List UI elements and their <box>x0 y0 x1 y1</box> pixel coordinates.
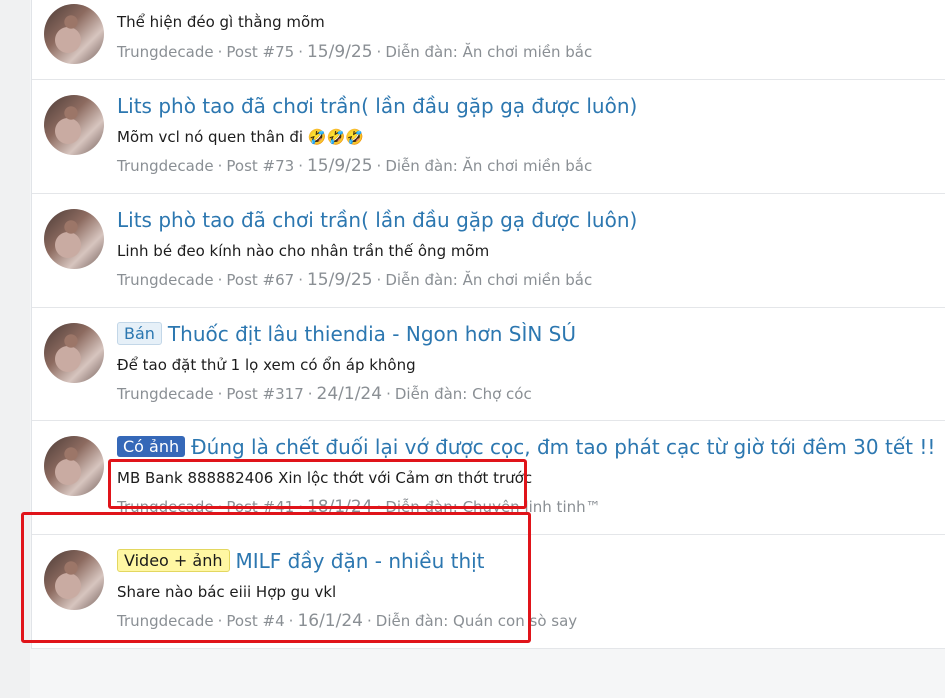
result-forum[interactable]: Diễn đàn: Ăn chơi miền bắc <box>385 271 592 289</box>
result-author[interactable]: Trungdecade <box>117 385 214 403</box>
result-post-number[interactable]: Post #75 <box>226 43 294 61</box>
result-date: 15/9/25 <box>306 42 373 62</box>
result-date: 24/1/24 <box>316 384 383 404</box>
avatar[interactable] <box>44 95 104 155</box>
result-row: Thể hiện đéo gì thằng mõm Trungdecade · Po… <box>32 0 945 80</box>
result-title[interactable]: Có ảnh Đúng là chết đuối lại vớ được cọc,… <box>117 435 935 459</box>
result-post-number[interactable]: Post #73 <box>226 157 294 175</box>
result-snippet[interactable]: Linh bé đeo kính nào cho nhân trần thế ô… <box>117 242 489 260</box>
result-post-number[interactable]: Post #67 <box>226 271 294 289</box>
result-title[interactable]: Lits phò tao đã chơi trần( lần đầu gặp g… <box>117 208 637 232</box>
result-row: Lits phò tao đã chơi trần( lần đầu gặp g… <box>32 79 945 194</box>
result-post-number[interactable]: Post #317 <box>226 385 303 403</box>
result-date: 15/9/25 <box>306 270 373 290</box>
result-snippet[interactable]: Thể hiện đéo gì thằng mõm <box>117 13 325 31</box>
avatar[interactable] <box>44 323 104 383</box>
highlight-box-row <box>21 512 531 643</box>
result-date: 15/9/25 <box>306 156 373 176</box>
result-snippet[interactable]: Để tao đặt thử 1 lọ xem có ổn áp không <box>117 356 416 374</box>
avatar[interactable] <box>44 436 104 496</box>
result-author[interactable]: Trungdecade <box>117 43 214 61</box>
result-author[interactable]: Trungdecade <box>117 157 214 175</box>
result-forum[interactable]: Diễn đàn: Chợ cóc <box>395 385 532 403</box>
result-title[interactable]: Lits phò tao đã chơi trần( lần đầu gặp g… <box>117 94 637 118</box>
result-title[interactable]: Bán Thuốc địt lâu thiendia - Ngon hơn SÌN… <box>117 322 576 346</box>
result-title-text[interactable]: Lits phò tao đã chơi trần( lần đầu gặp g… <box>117 208 637 232</box>
result-row: Lits phò tao đã chơi trần( lần đầu gặp g… <box>32 193 945 308</box>
result-title-text[interactable]: Lits phò tao đã chơi trần( lần đầu gặp g… <box>117 94 637 118</box>
prefix-badge-ban[interactable]: Bán <box>117 322 162 345</box>
highlight-box-snippet <box>108 459 527 509</box>
result-forum[interactable]: Diễn đàn: Ăn chơi miền bắc <box>385 43 592 61</box>
result-meta: Trungdecade · Post #67 · 15/9/25 · Diễn đàn: Ă… <box>117 270 593 290</box>
result-row: Bán Thuốc địt lâu thiendia - Ngon hơn SÌN… <box>32 307 945 421</box>
result-meta: Trungdecade · Post #75 · 15/9/25 · Diễn đàn: Ă… <box>117 42 593 62</box>
result-meta: Trungdecade · Post #317 · 24/1/24 · Diễn đàn: … <box>117 384 532 404</box>
result-forum[interactable]: Diễn đàn: Ăn chơi miền bắc <box>385 157 592 175</box>
result-meta: Trungdecade · Post #73 · 15/9/25 · Diễn đàn: Ă… <box>117 156 593 176</box>
result-author[interactable]: Trungdecade <box>117 271 214 289</box>
avatar[interactable] <box>44 4 104 64</box>
result-title-text[interactable]: Đúng là chết đuối lại vớ được cọc, đm ta… <box>191 435 935 459</box>
prefix-badge-co-anh[interactable]: Có ảnh <box>117 436 186 457</box>
result-snippet[interactable]: Mõm vcl nó quen thân đi 🤣🤣🤣 <box>117 128 364 146</box>
avatar[interactable] <box>44 209 104 269</box>
result-title-text[interactable]: Thuốc địt lâu thiendia - Ngon hơn SÌN SÚ <box>168 322 576 346</box>
